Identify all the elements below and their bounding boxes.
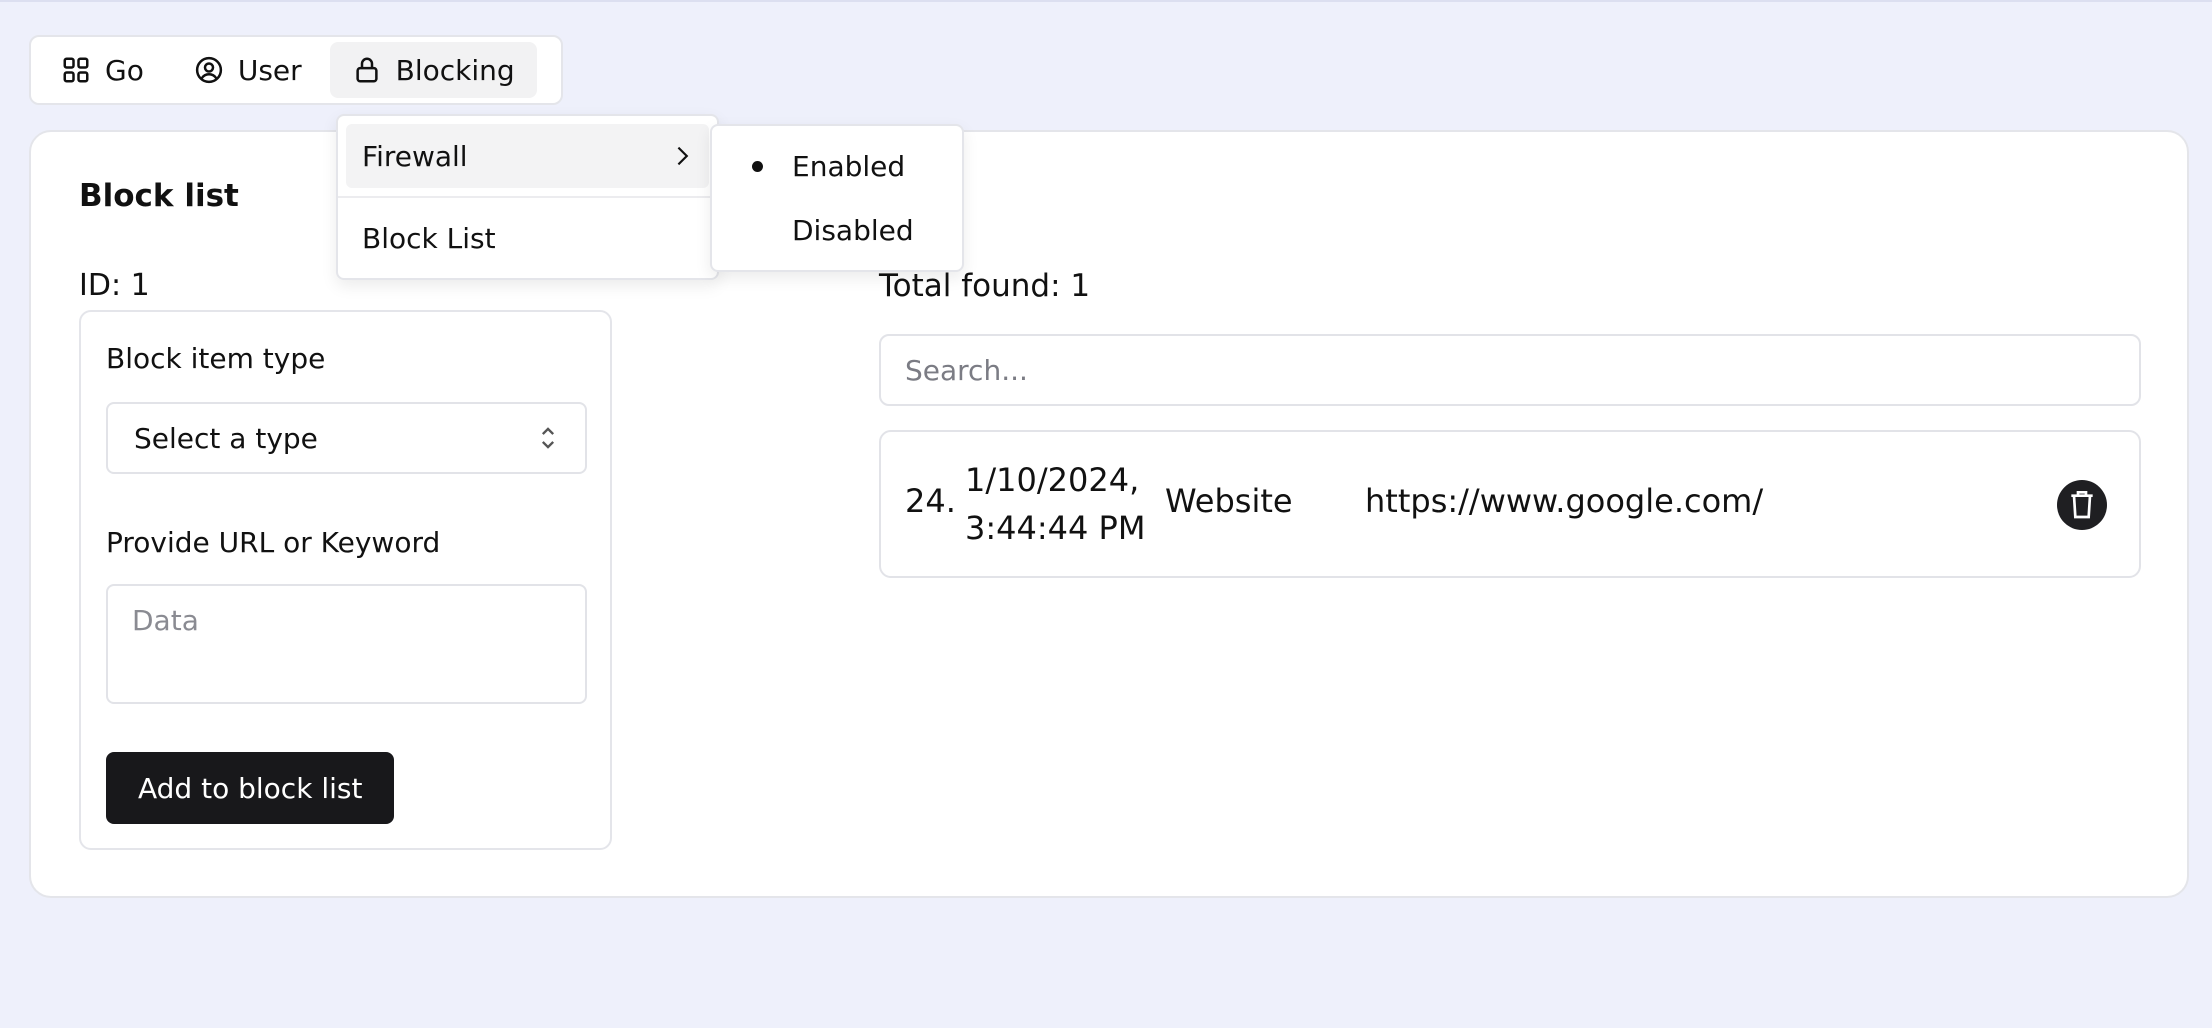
lock-icon [356, 57, 378, 83]
chevron-up-down-icon [541, 427, 555, 449]
add-to-block-list-button[interactable]: Add to block list [106, 752, 395, 824]
total-found-label: Total found: 1 [879, 268, 1091, 304]
menu-item-block-list[interactable]: Block List [346, 206, 709, 270]
row-date: 1/10/2024, [965, 461, 1140, 499]
submenu-item-disabled[interactable]: Disabled [720, 198, 954, 262]
table-row: 24. 1/10/2024, 3:44:44 PM Website https:… [879, 430, 2141, 578]
row-datetime: 1/10/2024, 3:44:44 PM [965, 456, 1155, 552]
submenu-item-disabled-label: Disabled [792, 213, 914, 247]
submenu-item-enabled-label: Enabled [792, 149, 906, 183]
data-textarea[interactable] [106, 584, 587, 704]
blocking-dropdown-menu: Firewall Block List [336, 114, 719, 280]
top-menubar: Go User Blocking [29, 35, 563, 105]
block-item-form: Block item type Select a type Provide UR… [79, 310, 612, 850]
delete-button[interactable] [2057, 480, 2107, 530]
menu-item-block-list-label: Block List [362, 221, 496, 255]
nav-go[interactable]: Go [39, 42, 166, 98]
row-index: 24. [905, 482, 956, 520]
block-item-type-label: Block item type [106, 342, 326, 375]
row-url: https://www.google.com/ [1365, 482, 1764, 520]
row-type: Website [1165, 482, 1293, 520]
grid-icon [63, 57, 89, 83]
nav-blocking-label: Blocking [395, 53, 515, 87]
menu-separator [338, 196, 717, 198]
data-field-label: Provide URL or Keyword [106, 526, 441, 559]
search-input[interactable] [879, 334, 2141, 406]
firewall-submenu: Enabled Disabled [710, 124, 964, 272]
trash-icon [2071, 491, 2093, 519]
chevron-right-icon [677, 146, 689, 166]
submenu-item-enabled[interactable]: Enabled [720, 134, 954, 198]
menu-item-firewall[interactable]: Firewall [346, 124, 709, 188]
row-time: 3:44:44 PM [965, 509, 1146, 547]
page-title: Block list [79, 178, 239, 214]
user-circle-icon [195, 56, 222, 84]
block-item-type-select[interactable]: Select a type [106, 402, 587, 474]
menu-item-firewall-label: Firewall [362, 139, 468, 173]
nav-blocking[interactable]: Blocking [329, 42, 537, 98]
nav-go-label: Go [105, 53, 144, 87]
nav-user[interactable]: User [172, 42, 324, 98]
nav-user-label: User [237, 53, 302, 87]
select-value: Select a type [134, 421, 318, 455]
radio-dot-icon [752, 161, 763, 172]
id-label: ID: 1 [79, 268, 150, 303]
top-divider [0, 0, 2212, 2]
